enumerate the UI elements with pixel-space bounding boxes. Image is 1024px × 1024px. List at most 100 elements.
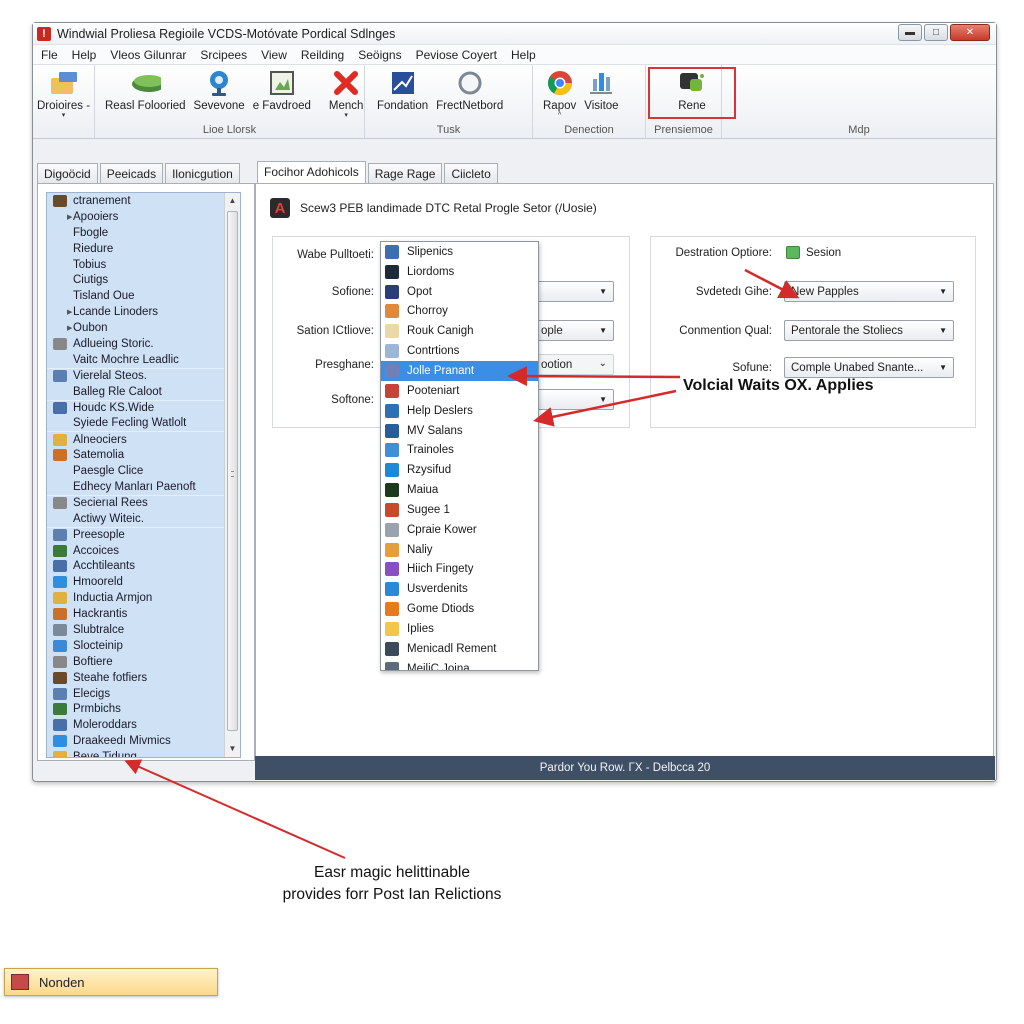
frectnetbord-button[interactable]: FrectNetbord: [432, 69, 507, 123]
tree-item[interactable]: Draakeedı Mivmics: [47, 733, 240, 749]
tree-item[interactable]: Elecigs: [47, 686, 240, 702]
fondation-button[interactable]: Fondation: [373, 69, 432, 123]
tree-item[interactable]: ▶ Apooiers: [47, 209, 240, 225]
tree-item[interactable]: Actiwy Witeic.: [47, 511, 240, 527]
tree-item[interactable]: Preesople: [47, 526, 240, 543]
tree-item[interactable]: Hackrantis: [47, 606, 240, 622]
dropdown-option[interactable]: MeiliC Joina: [381, 659, 538, 670]
tree-item[interactable]: Ciutigs: [47, 272, 240, 288]
tab-periods[interactable]: Peeicads: [99, 163, 164, 183]
dropdown-option[interactable]: Rzysifud: [381, 460, 538, 480]
menu-view-general[interactable]: Vleos Gilunrar: [104, 48, 194, 62]
expand-arrow-icon[interactable]: ▶: [67, 213, 72, 221]
dropdown-option[interactable]: Liordoms: [381, 262, 538, 282]
menu-preview-copy[interactable]: Peviose Coyert: [410, 48, 505, 62]
tree-item[interactable]: Adlueing Storic.▶: [47, 336, 240, 352]
tree-item[interactable]: Riedure: [47, 241, 240, 257]
drives-button[interactable]: Droioires - ▾: [33, 69, 94, 123]
menu-building[interactable]: Reilding: [295, 48, 352, 62]
tab-navigation[interactable]: Ilonicgution: [165, 163, 240, 183]
tree-item[interactable]: Hmooreld: [47, 574, 240, 590]
dropdown-option[interactable]: Trainoles: [381, 440, 538, 460]
app-logo-icon: !: [37, 26, 51, 41]
dropdown-option[interactable]: Sugee 1: [381, 500, 538, 520]
dropdown-option[interactable]: Naliy: [381, 540, 538, 560]
favoured-button[interactable]: e Favdroed: [249, 69, 315, 123]
tree-item[interactable]: Moleroddars: [47, 717, 240, 733]
dropdown-option[interactable]: Hiich Fingety: [381, 560, 538, 580]
expand-arrow-icon[interactable]: ▶: [67, 308, 72, 316]
tree-item[interactable]: Boftiere: [47, 654, 240, 670]
tree-item[interactable]: Vaitc Mochre Leadlic▶: [47, 352, 240, 368]
dropdown-option[interactable]: Cpraie Kower: [381, 520, 538, 540]
tree-item[interactable]: Beve Tidung: [47, 749, 240, 757]
dropdown-option[interactable]: Jolle Pranant: [381, 361, 538, 381]
menu-file[interactable]: Fle: [35, 48, 66, 62]
dropdown-option[interactable]: Opot: [381, 282, 538, 302]
rapov-button[interactable]: Rapov ^: [539, 69, 580, 123]
tree-item[interactable]: ▶ Oubon: [47, 320, 240, 336]
chevron-down-icon: ▼: [939, 287, 947, 296]
tree-item[interactable]: Prmbichs: [47, 702, 240, 718]
menu-help[interactable]: Help: [66, 48, 105, 62]
scroll-down-icon[interactable]: ▼: [225, 741, 240, 757]
scroll-thumb[interactable]: [227, 211, 238, 731]
tree-item[interactable]: Steahe fotfiers: [47, 670, 240, 686]
tree-item[interactable]: Alneociers: [47, 431, 240, 447]
dropdown-option[interactable]: Gome Dtiods: [381, 599, 538, 619]
dropdown-option[interactable]: Pooteniart: [381, 381, 538, 401]
close-button[interactable]: ✕: [950, 24, 990, 41]
scroll-up-icon[interactable]: ▲: [225, 193, 240, 209]
tree-item[interactable]: ▶ Lcande Linoders: [47, 304, 240, 320]
tab-diagnostics[interactable]: Digoöcid: [37, 163, 98, 183]
tree-item[interactable]: Tobius: [47, 257, 240, 273]
dropdown-option[interactable]: Maiua: [381, 480, 538, 500]
tree-item[interactable]: Vierelal Steos.: [47, 367, 240, 384]
tree-item[interactable]: Fbogle: [47, 225, 240, 241]
option-icon: [385, 403, 399, 418]
tree-item[interactable]: Balleg Rle Caloot: [47, 384, 240, 400]
dropdown-option[interactable]: Chorroy: [381, 302, 538, 322]
tree-item[interactable]: Acchtileants: [47, 558, 240, 574]
dropdown-option[interactable]: Slipenics: [381, 242, 538, 262]
tab-focihor-adohicols[interactable]: Focihor Adohicols: [257, 161, 366, 183]
dropdown-option[interactable]: Iplies: [381, 619, 538, 639]
nonden-button[interactable]: Nonden: [4, 968, 218, 996]
tab-rage-rage[interactable]: Rage Rage: [367, 163, 443, 183]
sevevone-button[interactable]: Sevevone: [190, 69, 249, 123]
tree-item[interactable]: Tisland Oue: [47, 288, 240, 304]
sofune-select[interactable]: Comple Unabed Snante... ▼: [784, 357, 954, 378]
dropdown-option[interactable]: Usverdenits: [381, 579, 538, 599]
tree-item[interactable]: Accoices: [47, 543, 240, 559]
menu-settings[interactable]: Seöigns: [352, 48, 409, 62]
dropdown-option[interactable]: Contrtions: [381, 341, 538, 361]
menu-help-2[interactable]: Help: [505, 48, 544, 62]
real-folooried-button[interactable]: Reasl Folooried: [101, 69, 190, 123]
tree-item[interactable]: Inductia Armjon: [47, 590, 240, 606]
tree-item[interactable]: Houdc KS.Wide: [47, 399, 240, 416]
tab-ciicleto[interactable]: Ciicleto: [444, 163, 498, 183]
tree-item[interactable]: Slocteinip: [47, 638, 240, 654]
tree-scrollbar[interactable]: ▲ ▼: [224, 193, 240, 757]
tree-item[interactable]: Secierıal Rees: [47, 494, 240, 511]
menu-view[interactable]: View: [255, 48, 295, 62]
dropdown-option[interactable]: MV Salans: [381, 421, 538, 441]
tree-item[interactable]: Edhecy Manları Paenoft▶: [47, 479, 240, 495]
conmention-select[interactable]: Pentorale the Stoliecs ▼: [784, 320, 954, 341]
tree-item[interactable]: Syiede Fecling Watlolt: [47, 415, 240, 431]
menu-scripts[interactable]: Srcipees: [194, 48, 255, 62]
dropdown-option[interactable]: Help Deslers: [381, 401, 538, 421]
svdeted-select[interactable]: New Papples ▼: [784, 281, 954, 302]
dropdown-option[interactable]: Rouk Canigh: [381, 321, 538, 341]
mench-button[interactable]: Mench ▾: [325, 69, 368, 123]
dropdown-option[interactable]: Menicadl Rement: [381, 639, 538, 659]
visitoe-button[interactable]: Visitoe: [580, 69, 622, 123]
maximize-button[interactable]: □: [924, 24, 948, 41]
dropdown-list[interactable]: Slipenics Liordoms Opot Chorroy Rouk Canigh C…: [380, 241, 539, 671]
tree-item[interactable]: Satemolia: [47, 447, 240, 463]
tree-item[interactable]: Paesgle Clice▶: [47, 463, 240, 479]
tree-item[interactable]: ctranement: [47, 193, 240, 209]
expand-arrow-icon[interactable]: ▶: [67, 324, 72, 332]
minimize-button[interactable]: ▬: [898, 24, 922, 41]
tree-item[interactable]: Slubtralce: [47, 622, 240, 638]
